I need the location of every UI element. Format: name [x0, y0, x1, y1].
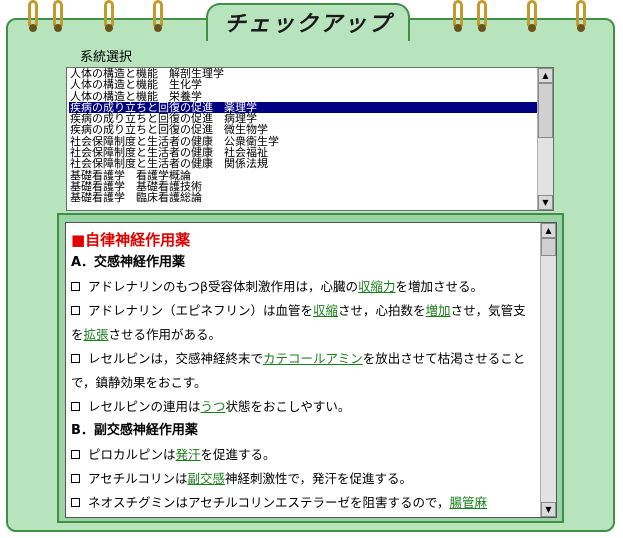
check-item: アドレナリンのもつβ受容体刺激作用は，心臓の収縮力を増加させる。: [71, 275, 537, 299]
check-item: ピロカルピンは発汗を促進する。: [71, 443, 537, 467]
list-item[interactable]: 基礎看護学 臨床看護総論: [69, 192, 537, 204]
content-heading: ■自律神経作用薬: [71, 231, 191, 249]
item-text: レセルピンの連用は: [88, 399, 201, 414]
item-text: レセルピンは，交感神経終末で: [88, 351, 264, 366]
checkbox-icon[interactable]: [71, 498, 80, 507]
scroll-down-button[interactable]: ▼: [541, 502, 556, 517]
keyword-link[interactable]: 増加: [426, 303, 451, 318]
section-heading: B．副交感神経作用薬: [71, 423, 198, 438]
scroll-up-button[interactable]: ▲: [541, 223, 556, 238]
spiral-ring-icon: [104, 0, 114, 34]
checkbox-icon[interactable]: [71, 450, 80, 459]
content-scrollbar[interactable]: ▲ ▼: [540, 223, 556, 517]
system-list: 人体の構造と機能 解剖生理学 人体の構造と機能 生化学 人体の構造と機能 栄養学 疾病…: [69, 68, 537, 204]
spiral-ring-icon: [477, 0, 487, 34]
checkbox-icon[interactable]: [71, 402, 80, 411]
check-item: レセルピンの連用はうつ状態をおこしやすい。: [71, 395, 537, 419]
item-text: ネオスチグミンはアセチルコリンエステラーゼを阻害するので，: [88, 495, 450, 510]
keyword-link[interactable]: 発汗: [176, 447, 201, 462]
item-text: を増加させる。: [395, 279, 484, 294]
scroll-thumb[interactable]: [541, 238, 556, 256]
item-text: 神経刺激性で，発汗を促進する。: [225, 471, 413, 486]
list-scrollbar[interactable]: ▲ ▼: [537, 68, 553, 210]
keyword-link[interactable]: 腸管麻: [450, 495, 488, 510]
item-text: アセチルコリンは: [88, 471, 188, 486]
spiral-ring-icon: [53, 0, 63, 34]
scroll-up-button[interactable]: ▲: [538, 68, 553, 83]
keyword-link[interactable]: 拡張: [84, 327, 109, 342]
system-listbox[interactable]: 人体の構造と機能 解剖生理学 人体の構造と機能 生化学 人体の構造と機能 栄養学 疾病…: [66, 67, 554, 211]
section-heading: A．交感神経作用薬: [71, 255, 186, 270]
spiral-ring-icon: [527, 0, 537, 34]
keyword-link[interactable]: カテコールアミン: [263, 351, 363, 366]
item-text: 状態をおこしやすい。: [225, 399, 351, 414]
checkbox-icon[interactable]: [71, 306, 80, 315]
content-panel: ■自律神経作用薬 A．交感神経作用薬アドレナリンのもつβ受容体刺激作用は，心臓の…: [65, 222, 557, 518]
item-text: を促進する。: [200, 447, 276, 462]
checkbox-icon[interactable]: [71, 354, 80, 363]
spiral-ring-icon: [153, 0, 163, 34]
keyword-link[interactable]: 収縮力: [358, 279, 396, 294]
system-select-label: 系統選択: [80, 50, 133, 65]
page-title: チェックアップ: [223, 11, 392, 37]
keyword-link[interactable]: うつ: [201, 399, 226, 414]
list-item[interactable]: 人体の構造と機能 生化学: [69, 79, 537, 91]
check-item: アドレナリン（エピネフリン）は血管を収縮させ，心拍数を増加させ，気管支を拡張させ…: [71, 299, 537, 347]
item-text: させる作用がある。: [108, 327, 222, 342]
scroll-thumb[interactable]: [538, 83, 553, 138]
scroll-down-button[interactable]: ▼: [538, 195, 553, 210]
checkbox-icon[interactable]: [71, 282, 80, 291]
check-item: レセルピンは，交感神経終末でカテコールアミンを放出させて枯渇させることで，鎮静効…: [71, 347, 537, 395]
check-item: アセチルコリンは副交感神経刺激性で，発汗を促進する。: [71, 467, 537, 491]
item-text: アドレナリンのもつβ受容体刺激作用は，心臓の: [88, 279, 358, 294]
item-text: させ，心拍数を: [338, 303, 426, 318]
spiral-ring-icon: [28, 0, 38, 34]
keyword-link[interactable]: 収縮: [313, 303, 338, 318]
item-text: アドレナリン（エピネフリン）は血管を: [88, 303, 314, 318]
check-item: ネオスチグミンはアセチルコリンエステラーゼを阻害するので，腸管麻: [71, 491, 537, 515]
spiral-ring-icon: [576, 0, 586, 34]
keyword-link[interactable]: 副交感: [188, 471, 226, 486]
checkup-window: チェックアップ 系統選択 人体の構造と機能 解剖生理学 人体の構造と機能 生化学人…: [0, 0, 623, 538]
spiral-ring-icon: [453, 0, 463, 34]
list-item[interactable]: 社会保障制度と生活者の健康 関係法規: [69, 158, 537, 170]
item-text: ピロカルピンは: [88, 447, 176, 462]
checkbox-icon[interactable]: [71, 474, 80, 483]
